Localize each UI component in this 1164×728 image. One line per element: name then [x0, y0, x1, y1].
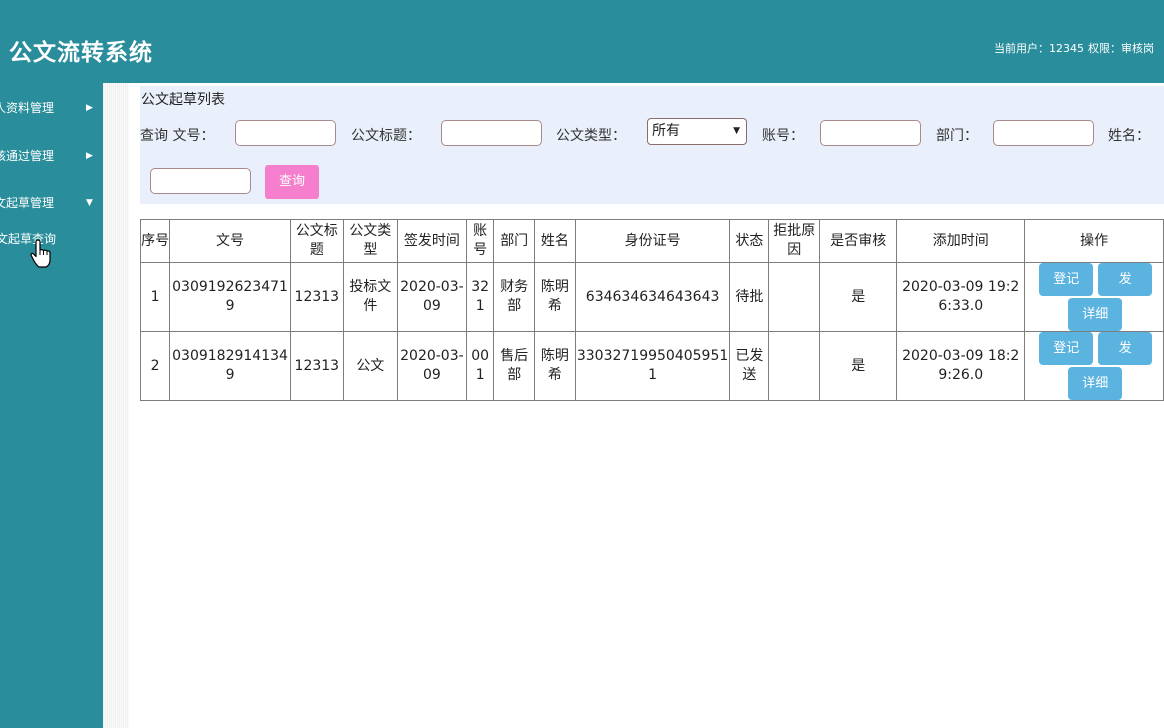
- status-cell: 待批: [729, 262, 770, 332]
- table-row: 2 03091829141349 12313 公文 2020-03-09 001…: [139, 331, 1164, 401]
- title-cell: 12313: [289, 262, 344, 332]
- id-card-cell: 634634634643643: [574, 262, 731, 332]
- column-header: 公文标题: [289, 219, 344, 263]
- reason-cell: [768, 331, 821, 401]
- account-cell: 001: [465, 331, 495, 401]
- send-button[interactable]: 发: [1098, 332, 1153, 365]
- account-label: 账号：: [762, 128, 804, 144]
- column-header: 部门: [493, 219, 536, 263]
- added-time-cell: 2020-03-09 18:29:26.0: [896, 331, 1026, 401]
- column-header: 文号: [169, 219, 291, 263]
- register-button[interactable]: 登记: [1039, 332, 1094, 365]
- query-panel: 公文起草列表 查询 文号： 公文标题： 公文类型： 所有 ▼ 账号： 部门： 姓…: [140, 86, 1164, 204]
- panel-title: 公文起草列表: [141, 92, 225, 108]
- doc-no-label: 查询 文号：: [140, 125, 214, 145]
- role-label: 权限：审核岗: [1088, 42, 1154, 55]
- column-header: 身份证号: [574, 219, 731, 263]
- dept-cell: 售后部: [493, 331, 536, 401]
- splitter[interactable]: [103, 83, 129, 728]
- send-button[interactable]: 发: [1098, 263, 1153, 296]
- row-number: 2: [139, 331, 171, 401]
- chevron-right-icon: ▶: [86, 151, 93, 161]
- top-bar: 公文流转系统 当前用户：12345 权限：审核岗: [0, 0, 1164, 83]
- actions-cell: 登记 发 详细: [1024, 262, 1164, 332]
- reviewed-cell: 是: [819, 331, 898, 401]
- query-button[interactable]: 查询: [265, 165, 319, 199]
- status-cell: 已发送: [729, 331, 770, 401]
- column-header: 拒批原因: [768, 219, 821, 263]
- column-header: 公文类型: [342, 219, 398, 263]
- user-info: 当前用户：12345 权限：审核岗: [994, 40, 1158, 56]
- reason-cell: [768, 262, 821, 332]
- column-header: 序号: [139, 219, 171, 263]
- sidebar-item-approved[interactable]: 核通过管理 ▶: [0, 144, 103, 168]
- doc-no-cell: 03091829141349: [169, 331, 291, 401]
- draft-table: 序号 文号 公文标题 公文类型 签发时间 账号 部门 姓名 身份证号 状态 拒批…: [139, 219, 1164, 401]
- added-time-cell: 2020-03-09 19:26:33.0: [896, 262, 1026, 332]
- caret-down-icon: ▼: [733, 126, 740, 136]
- main-content: 公文起草列表 查询 文号： 公文标题： 公文类型： 所有 ▼ 账号： 部门： 姓…: [129, 83, 1164, 728]
- app-title: 公文流转系统: [9, 39, 153, 66]
- doc-type-select[interactable]: 所有 ▼: [647, 118, 747, 145]
- actions-cell: 登记 发 详细: [1024, 331, 1164, 401]
- current-user-label: 当前用户：12345: [994, 42, 1084, 55]
- doc-type-value: 所有: [652, 123, 680, 139]
- table-header-row: 序号 文号 公文标题 公文类型 签发时间 账号 部门 姓名 身份证号 状态 拒批…: [139, 219, 1164, 263]
- column-header: 状态: [729, 219, 770, 263]
- type-cell: 公文: [342, 331, 398, 401]
- table-row: 1 03091926234719 12313 投标文件 2020-03-09 3…: [139, 262, 1164, 332]
- sidebar-item-label: 文起草管理: [0, 196, 55, 210]
- row-number: 1: [139, 262, 171, 332]
- sidebar-item-draft[interactable]: 文起草管理 ▼: [0, 191, 103, 215]
- name-cell: 陈明希: [534, 331, 576, 401]
- query-prefix: 查询: [140, 128, 168, 144]
- date-cell: 2020-03-09: [396, 331, 468, 401]
- title-cell: 12313: [289, 331, 344, 401]
- sidebar-item-personal[interactable]: 人资料管理 ▶: [0, 96, 103, 120]
- column-header: 账号: [465, 219, 495, 263]
- type-cell: 投标文件: [342, 262, 398, 332]
- reviewed-cell: 是: [819, 262, 898, 332]
- doc-title-input[interactable]: [441, 120, 542, 146]
- name-cell: 陈明希: [534, 262, 576, 332]
- chevron-right-icon: ▶: [86, 103, 93, 113]
- column-header: 添加时间: [896, 219, 1026, 263]
- dept-input[interactable]: [993, 120, 1094, 146]
- doc-title-label: 公文标题：: [351, 128, 421, 144]
- chevron-down-icon: ▼: [86, 198, 93, 208]
- id-card-cell: 330327199504059511: [574, 331, 731, 401]
- doc-no-label-text: 文号：: [172, 128, 215, 144]
- sidebar-item-label: 核通过管理: [0, 149, 55, 163]
- dept-label: 部门：: [936, 128, 978, 144]
- doc-no-cell: 03091926234719: [169, 262, 291, 332]
- name-input[interactable]: [150, 168, 251, 194]
- sidebar-item-label: 人资料管理: [0, 101, 55, 115]
- column-header: 操作: [1024, 219, 1164, 263]
- account-input[interactable]: [820, 120, 921, 146]
- detail-button[interactable]: 详细: [1068, 367, 1123, 400]
- account-cell: 321: [465, 262, 495, 332]
- sidebar: 人资料管理 ▶ 核通过管理 ▶ 文起草管理 ▼ 文起草查询: [0, 83, 103, 728]
- date-cell: 2020-03-09: [396, 262, 468, 332]
- column-header: 是否审核: [819, 219, 898, 263]
- hand-pointer-icon: [30, 239, 51, 268]
- column-header: 姓名: [534, 219, 576, 263]
- name-label: 姓名：: [1108, 128, 1150, 144]
- column-header: 签发时间: [396, 219, 468, 263]
- dept-cell: 财务部: [493, 262, 536, 332]
- detail-button[interactable]: 详细: [1068, 298, 1123, 331]
- register-button[interactable]: 登记: [1039, 263, 1094, 296]
- doc-type-label: 公文类型：: [556, 128, 626, 144]
- doc-no-input[interactable]: [235, 120, 336, 146]
